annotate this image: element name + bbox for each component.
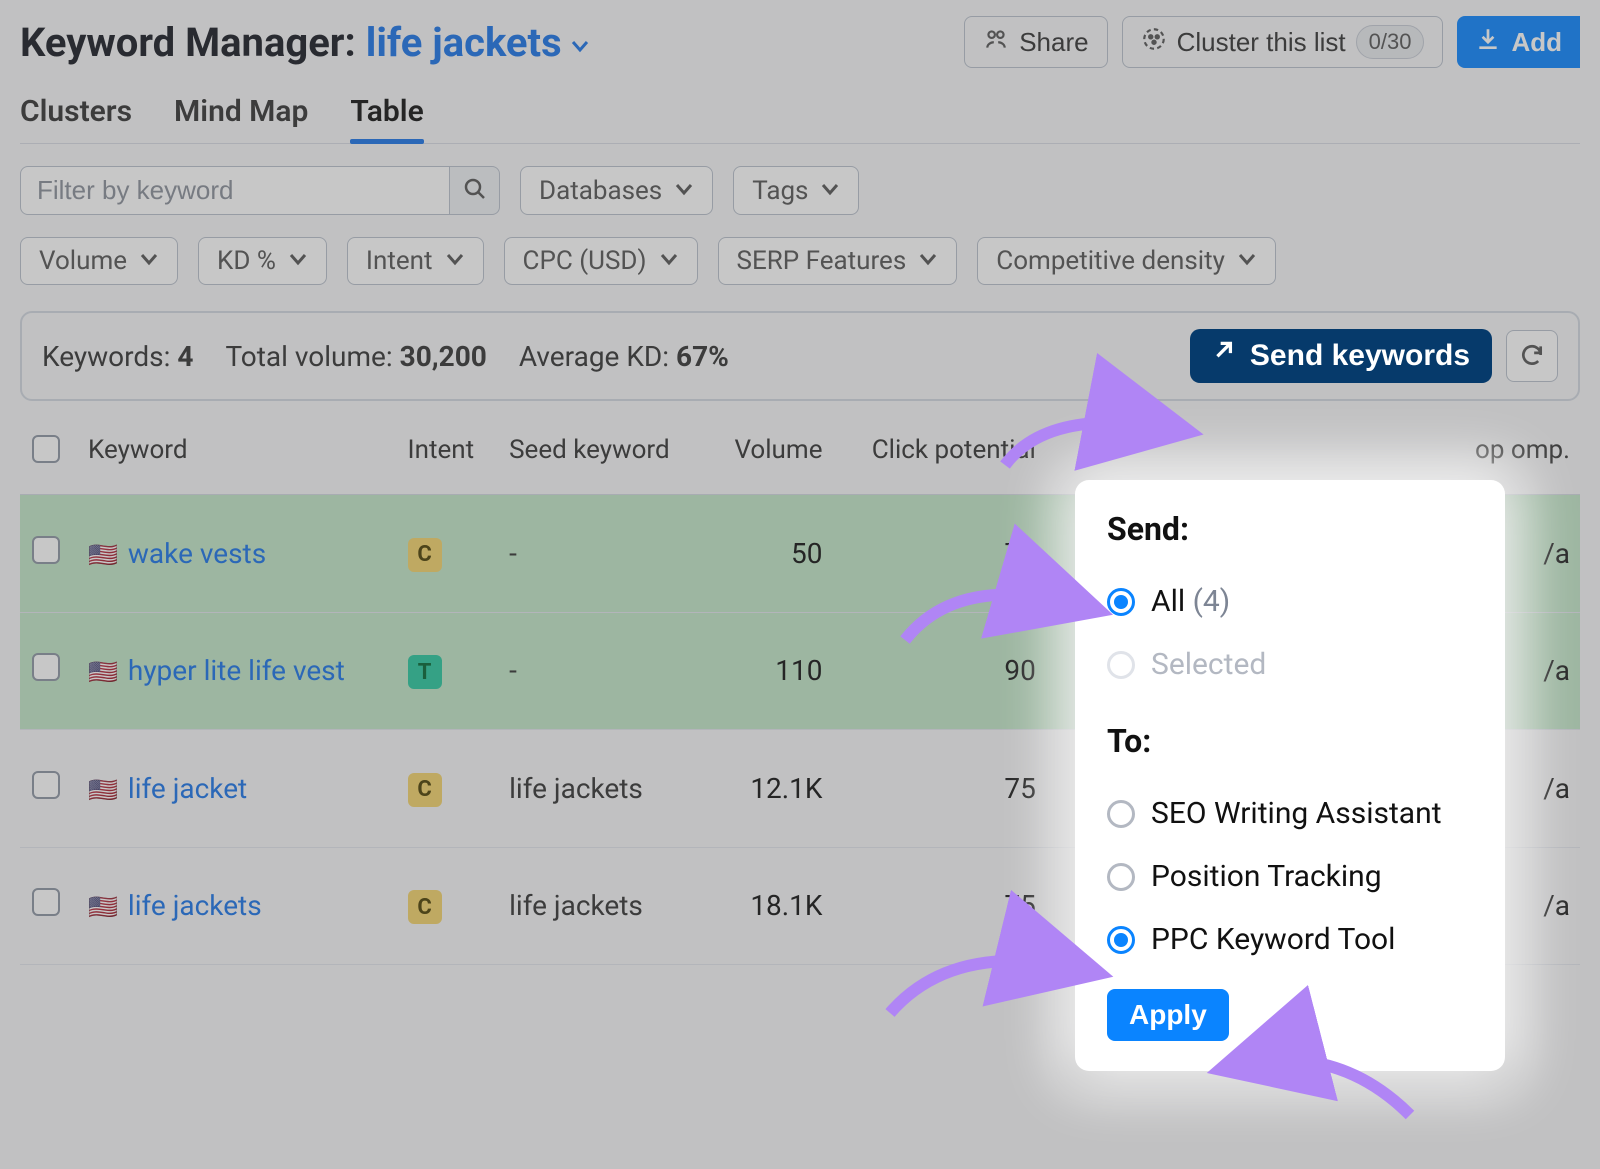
click-cell: 90 — [832, 612, 1045, 730]
intent-badge: C — [408, 773, 442, 807]
intent-badge: C — [408, 538, 442, 572]
share-icon — [983, 26, 1009, 59]
chevron-down-icon — [1237, 246, 1257, 276]
volume-cell: 12.1K — [706, 730, 832, 848]
row-checkbox[interactable] — [32, 771, 60, 799]
cluster-icon — [1141, 26, 1167, 59]
radio-all[interactable]: All (4) — [1107, 570, 1473, 633]
share-button[interactable]: Share — [964, 16, 1107, 68]
refresh-button[interactable] — [1506, 330, 1558, 382]
download-icon — [1475, 26, 1501, 59]
filter-kd[interactable]: KD % — [198, 237, 327, 285]
flag-icon: 🇺🇸 — [88, 893, 118, 921]
radio-icon — [1107, 651, 1135, 679]
filter-competitive[interactable]: Competitive density — [977, 237, 1276, 285]
chevron-down-icon — [674, 176, 694, 206]
search-button[interactable] — [450, 166, 500, 215]
radio-position-tracking[interactable]: Position Tracking — [1107, 845, 1473, 908]
col-click[interactable]: Click potential — [832, 409, 1045, 495]
seed-cell: life jackets — [497, 847, 706, 965]
filter-tags[interactable]: Tags — [733, 166, 859, 215]
stats-bar: Keywords: 4 Total volume: 30,200 Average… — [20, 311, 1580, 401]
filter-volume[interactable]: Volume — [20, 237, 178, 285]
seed-cell: - — [497, 612, 706, 730]
radio-ppc-keyword[interactable]: PPC Keyword Tool — [1107, 908, 1473, 971]
chevron-down-icon — [570, 19, 590, 66]
chevron-down-icon — [139, 246, 159, 276]
tabs: Clusters Mind Map Table — [20, 84, 1580, 144]
filter-intent[interactable]: Intent — [347, 237, 484, 285]
volume-cell: 18.1K — [706, 847, 832, 965]
radio-selected: Selected — [1107, 633, 1473, 696]
row-checkbox[interactable] — [32, 653, 60, 681]
seed-cell: life jackets — [497, 730, 706, 848]
col-volume[interactable]: Volume — [706, 409, 832, 495]
keyword-link[interactable]: hyper lite life vest — [128, 654, 345, 687]
select-all-checkbox[interactable] — [32, 435, 60, 463]
radio-seo-writing[interactable]: SEO Writing Assistant — [1107, 782, 1473, 845]
seed-cell: - — [497, 495, 706, 613]
chevron-down-icon — [288, 246, 308, 276]
keyword-link[interactable]: life jackets — [128, 889, 262, 922]
chevron-down-icon — [820, 176, 840, 206]
to-heading: To: — [1107, 722, 1473, 760]
chevron-down-icon — [659, 246, 679, 276]
chevron-down-icon — [918, 246, 938, 276]
keyword-link[interactable]: wake vests — [128, 537, 266, 570]
radio-icon — [1107, 863, 1135, 891]
row-checkbox[interactable] — [32, 888, 60, 916]
add-button[interactable]: Add — [1457, 16, 1580, 68]
flag-icon: 🇺🇸 — [88, 541, 118, 569]
radio-icon — [1107, 588, 1135, 616]
click-cell: 75 — [832, 495, 1045, 613]
filter-databases[interactable]: Databases — [520, 166, 713, 215]
radio-icon — [1107, 800, 1135, 828]
send-heading: Send: — [1107, 510, 1473, 548]
col-seed[interactable]: Seed keyword — [497, 409, 706, 495]
col-intent[interactable]: Intent — [396, 409, 498, 495]
chevron-down-icon — [445, 246, 465, 276]
flag-icon: 🇺🇸 — [88, 776, 118, 804]
apply-button[interactable]: Apply — [1107, 989, 1229, 1041]
volume-cell: 110 — [706, 612, 832, 730]
keyword-link[interactable]: life jacket — [128, 772, 247, 805]
tab-table[interactable]: Table — [350, 84, 423, 143]
send-popover: Send: All (4) Selected To: SEO Writing A… — [1075, 480, 1505, 1071]
page-header: Keyword Manager: life jackets Share Clus… — [20, 10, 1580, 84]
volume-cell: 50 — [706, 495, 832, 613]
tab-clusters[interactable]: Clusters — [20, 84, 132, 143]
filter-cpc[interactable]: CPC (USD) — [504, 237, 698, 285]
click-cell: 75 — [832, 847, 1045, 965]
filter-serp[interactable]: SERP Features — [718, 237, 958, 285]
page-title: Keyword Manager: — [20, 19, 356, 66]
search-icon — [463, 177, 487, 204]
tab-mind-map[interactable]: Mind Map — [174, 84, 308, 143]
filter-keyword-input[interactable] — [20, 166, 450, 215]
row-checkbox[interactable] — [32, 536, 60, 564]
cluster-button[interactable]: Cluster this list 0/30 — [1122, 16, 1444, 68]
flag-icon: 🇺🇸 — [88, 658, 118, 686]
intent-badge: T — [408, 655, 442, 689]
click-cell: 75 — [832, 730, 1045, 848]
intent-badge: C — [408, 890, 442, 924]
send-keywords-button[interactable]: Send keywords — [1190, 329, 1492, 383]
col-keyword[interactable]: Keyword — [76, 409, 396, 495]
cluster-count-badge: 0/30 — [1356, 25, 1425, 59]
send-icon — [1212, 339, 1238, 373]
refresh-icon — [1519, 342, 1545, 371]
list-name-dropdown[interactable]: life jackets — [366, 19, 590, 66]
radio-icon — [1107, 926, 1135, 954]
